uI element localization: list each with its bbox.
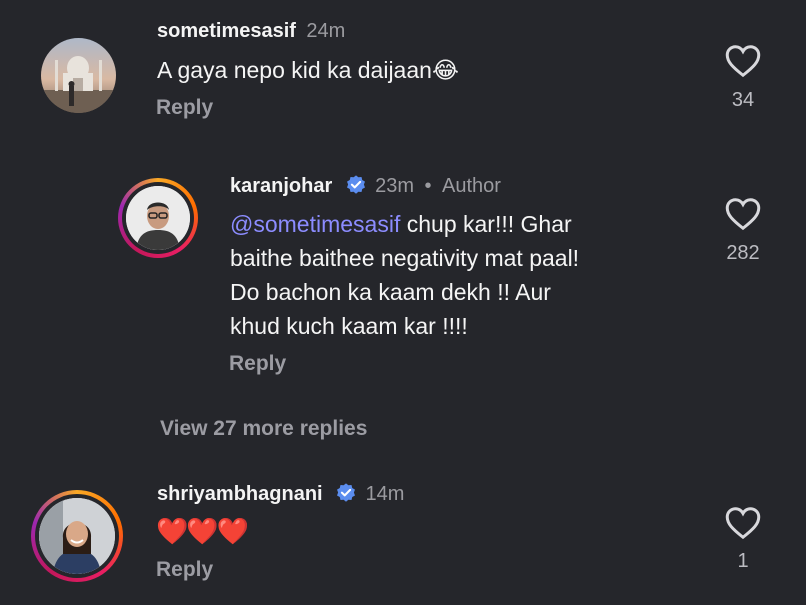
portrait-photo: [39, 498, 115, 574]
username[interactable]: karanjohar: [230, 175, 332, 197]
mention-link[interactable]: @sometimesasif: [230, 211, 400, 237]
verified-badge-icon: [345, 174, 367, 201]
reply-button[interactable]: Reply: [229, 352, 286, 376]
like-count: 34: [731, 89, 755, 111]
timestamp: 23m: [375, 175, 415, 197]
comment-text: A gaya nepo kid ka daijaan😂: [157, 53, 459, 87]
view-more-replies-button[interactable]: View 27 more replies: [160, 417, 367, 441]
reply-line-4: khud kuch kaam kar !!!!: [230, 313, 468, 339]
timestamp: 24m: [306, 20, 346, 42]
timestamp: 14m: [365, 483, 405, 505]
heart-outline-icon[interactable]: [723, 506, 763, 545]
separator-dot: •: [424, 175, 432, 197]
like-count: 1: [737, 550, 749, 572]
like-count: 282: [726, 242, 760, 264]
verified-badge-icon: [335, 482, 357, 509]
author-badge: Author: [442, 175, 501, 197]
heart-outline-icon[interactable]: [723, 44, 763, 83]
reply-line-3: Do bachon ka kaam dekh !! Aur: [230, 279, 551, 305]
heart-outline-icon[interactable]: [723, 197, 763, 236]
hearts-emoji: ❤️❤️❤️: [156, 516, 249, 546]
reply-line-2: baithe baithee negativity mat paal!: [230, 245, 580, 271]
portrait-photo: [126, 186, 190, 250]
taj-mahal-photo: [41, 56, 116, 113]
reply-line-1: chup kar!!! Ghar: [400, 211, 572, 237]
avatar[interactable]: [41, 38, 116, 113]
username[interactable]: sometimesasif: [157, 20, 296, 42]
reply-text: @sometimesasif chup kar!!! Ghar baithe b…: [230, 207, 579, 343]
avatar[interactable]: [126, 186, 190, 250]
laughing-emoji: 😂: [431, 57, 459, 83]
reply-button[interactable]: Reply: [156, 96, 213, 120]
comment-body: A gaya nepo kid ka daijaan: [157, 57, 432, 83]
username[interactable]: shriyambhagnani: [157, 483, 323, 505]
avatar[interactable]: [39, 498, 115, 574]
reply-button[interactable]: Reply: [156, 558, 213, 582]
